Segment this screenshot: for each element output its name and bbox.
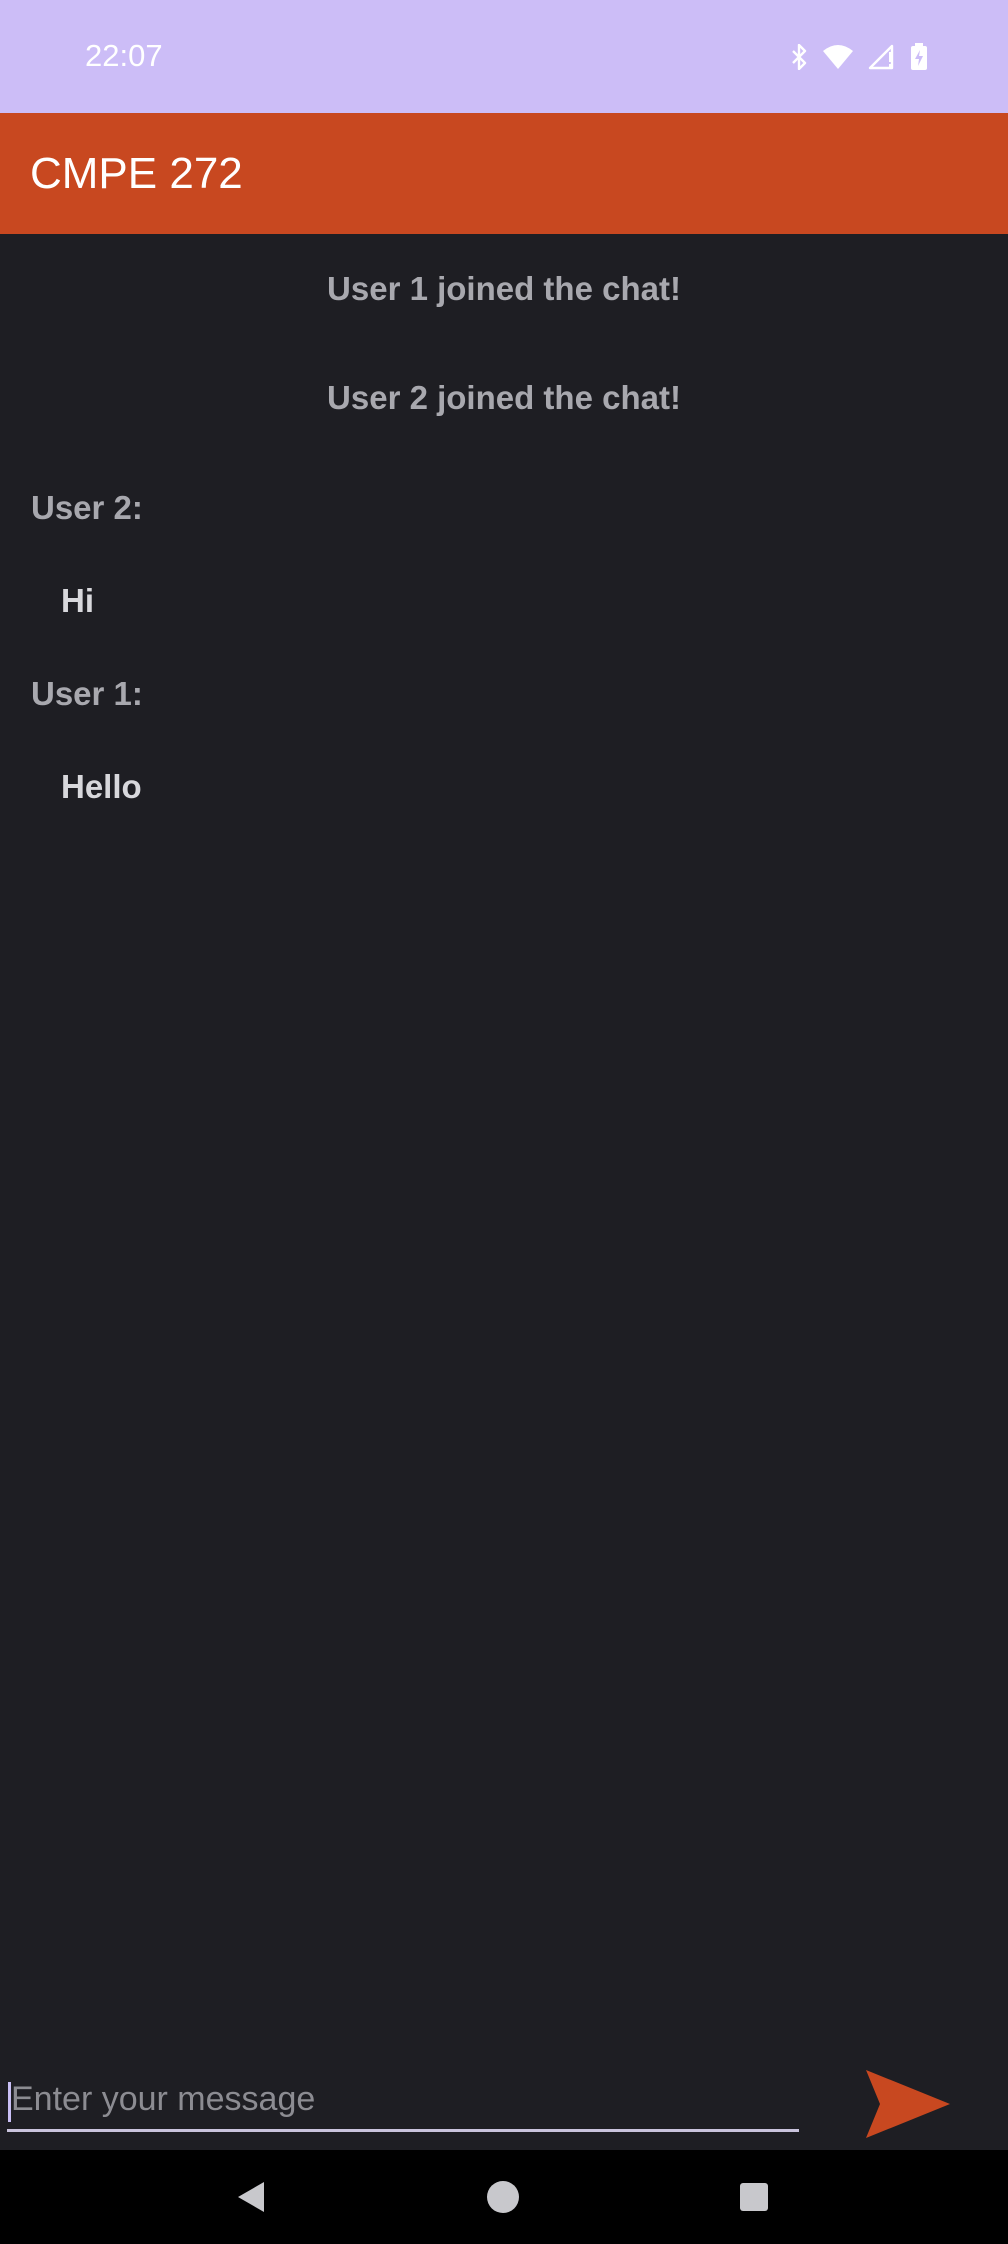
system-message: User 2 joined the chat! <box>327 379 681 416</box>
text-cursor <box>8 2082 11 2122</box>
message-input[interactable] <box>7 2070 799 2132</box>
system-message: User 1 joined the chat! <box>327 270 681 307</box>
home-button[interactable] <box>443 2150 563 2244</box>
home-icon <box>487 2181 519 2213</box>
recents-icon <box>740 2183 768 2211</box>
status-bar: 22:07 <box>0 0 1008 113</box>
status-icons <box>790 40 928 74</box>
message-composer <box>0 2050 1008 2150</box>
back-button[interactable] <box>192 2150 312 2244</box>
message-text: Hi <box>61 582 94 619</box>
app-bar: CMPE 272 <box>0 113 1008 234</box>
message-text: Hello <box>61 768 142 805</box>
wifi-icon <box>822 44 854 70</box>
message-sender: User 1: <box>31 675 143 712</box>
cell-signal-icon <box>868 44 896 70</box>
app-title: CMPE 272 <box>30 149 243 198</box>
send-button[interactable] <box>862 2068 952 2140</box>
battery-charging-icon <box>910 43 928 71</box>
chat-screen: 22:07 CMPE 272 User 1 joined the chat! U… <box>0 0 1008 2244</box>
chat-message-list[interactable]: User 1 joined the chat! User 2 joined th… <box>0 234 1008 2050</box>
bluetooth-icon <box>790 44 808 70</box>
back-icon <box>238 2182 264 2212</box>
system-nav-bar <box>0 2150 1008 2244</box>
send-icon <box>866 2070 950 2138</box>
message-sender: User 2: <box>31 489 143 526</box>
status-time: 22:07 <box>85 38 163 73</box>
recents-button[interactable] <box>694 2150 814 2244</box>
